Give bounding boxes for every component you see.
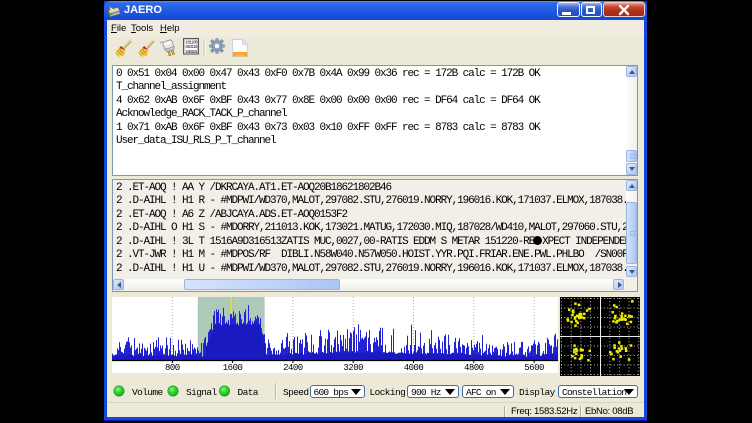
svg-text:5600: 5600 bbox=[524, 363, 544, 373]
svg-text:800: 800 bbox=[165, 363, 180, 373]
svg-text:4800: 4800 bbox=[464, 363, 484, 373]
svg-text:2400: 2400 bbox=[283, 363, 303, 373]
svg-text:4000: 4000 bbox=[404, 363, 424, 373]
svg-text:1600: 1600 bbox=[223, 363, 243, 373]
svg-text:LOG: LOG bbox=[236, 53, 244, 57]
svg-text:100101: 100101 bbox=[185, 50, 198, 55]
svg-text:3200: 3200 bbox=[343, 363, 363, 373]
